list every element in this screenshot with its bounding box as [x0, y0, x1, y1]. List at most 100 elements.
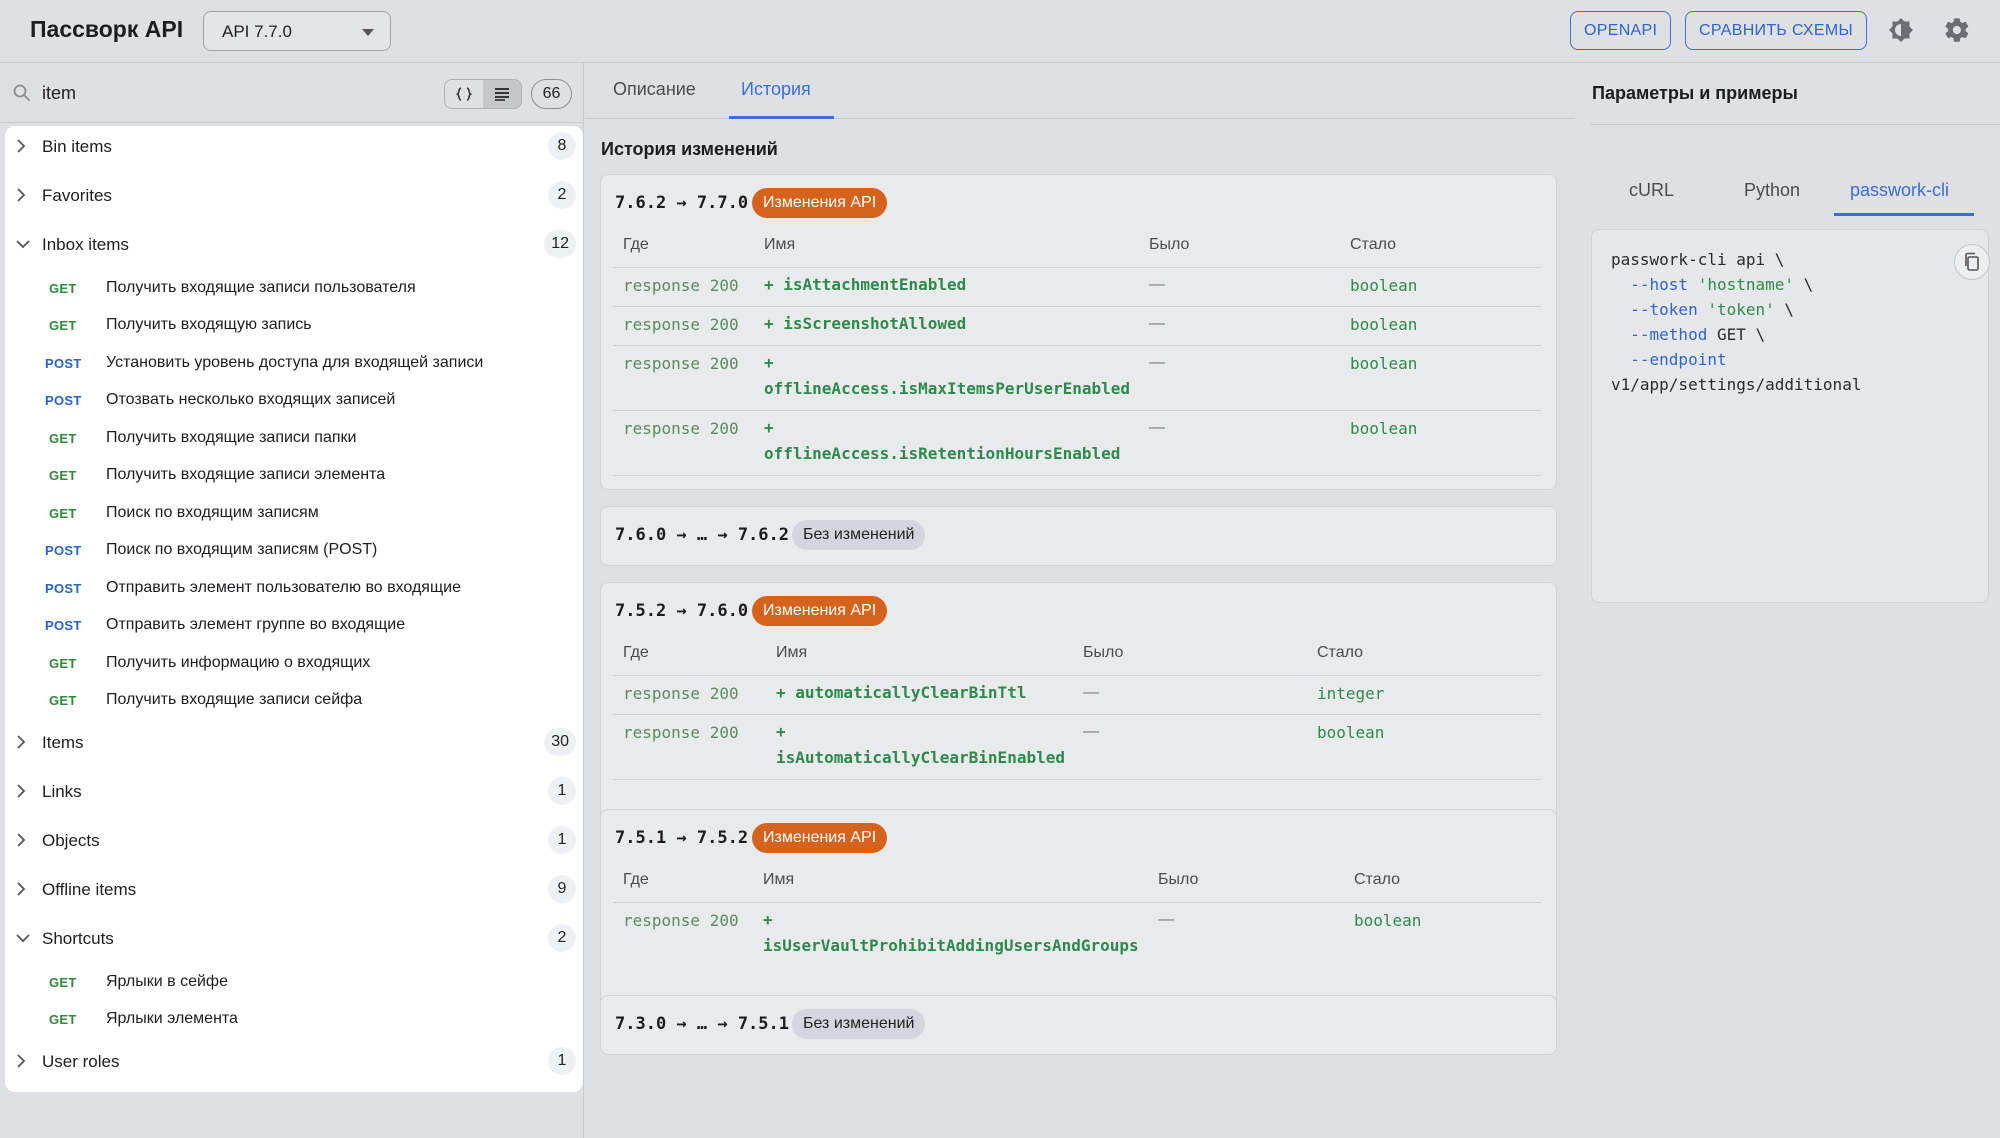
group-count-badge: 2 — [548, 924, 576, 952]
code-line: v1/app/settings/additional — [1611, 375, 1861, 394]
was-cell: — — [1149, 419, 1165, 436]
endpoint-name: Ярлыки в сейфе — [106, 973, 228, 990]
endpoint-tree: Bin items 8 Favorites 2 Inbox items 12 G… — [5, 126, 583, 1092]
group-user-roles[interactable]: User roles 1 — [5, 1041, 583, 1081]
version-range: 7.6.2 → 7.7.0 — [615, 193, 749, 213]
endpoint-item[interactable]: POST Отозвать несколько входящих записей — [5, 383, 583, 417]
code-string: 'hostname' — [1697, 275, 1795, 294]
now-cell: boolean — [1350, 354, 1418, 373]
chevron-right-icon — [16, 833, 26, 850]
tab-history[interactable]: История — [741, 79, 811, 100]
group-count-badge: 12 — [544, 230, 576, 258]
tab-description[interactable]: Описание — [613, 79, 696, 100]
version-select-value: API 7.7.0 — [222, 22, 292, 41]
version-range: 7.5.2 → 7.6.0 — [615, 601, 749, 621]
changes-badge: Изменения API — [752, 823, 888, 853]
name-cell-cont: offlineAccess.isRetentionHoursEnabled — [764, 444, 1121, 463]
row-divider — [613, 714, 1541, 715]
compare-schemas-button[interactable]: СРАВНИТЬ СХЕМЫ — [1685, 11, 1867, 50]
row-divider — [613, 675, 1541, 676]
braces-icon[interactable] — [445, 80, 483, 108]
endpoint-item[interactable]: GET Получить входящие записи сейфа — [5, 683, 583, 717]
was-cell: — — [1149, 276, 1165, 293]
changes-badge: Изменения API — [752, 596, 888, 626]
changes-badge: Изменения API — [752, 188, 888, 218]
now-cell: integer — [1317, 684, 1385, 703]
endpoint-item[interactable]: GET Получить входящую запись — [5, 308, 583, 342]
change-card: 7.6.2 → 7.7.0 Изменения API Где Имя Было… — [600, 174, 1557, 490]
version-select[interactable]: API 7.7.0 — [203, 11, 391, 51]
endpoint-item[interactable]: GET Получить входящие записи пользователя — [5, 271, 583, 305]
was-cell: — — [1149, 315, 1165, 332]
where-cell: response 200 — [623, 723, 739, 742]
row-divider — [613, 475, 1541, 476]
group-count-badge: 8 — [548, 132, 576, 160]
endpoint-count-badge: 66 — [531, 79, 572, 109]
code-text: \ — [1803, 275, 1814, 294]
code-flag: --method — [1630, 325, 1708, 344]
group-count-badge: 30 — [544, 728, 576, 756]
row-divider — [613, 902, 1541, 903]
group-objects[interactable]: Objects 1 — [5, 820, 583, 860]
active-tab-indicator — [1834, 213, 1974, 216]
endpoint-item[interactable]: GET Ярлыки элемента — [5, 1002, 583, 1036]
code-flag: --token — [1630, 300, 1698, 319]
where-cell: response 200 — [623, 276, 739, 295]
endpoint-item[interactable]: POST Отправить элемент пользователю во вх… — [5, 571, 583, 605]
group-offline-items[interactable]: Offline items 9 — [5, 869, 583, 909]
sidebar: 66 Bin items 8 Favorites 2 Inbox items 1… — [0, 63, 584, 1138]
code-text: \ — [1755, 325, 1766, 344]
group-name: Items — [42, 733, 84, 752]
tab-curl[interactable]: cURL — [1629, 180, 1674, 201]
tab-bar: Описание История — [585, 63, 1575, 119]
group-bin-items[interactable]: Bin items 8 — [5, 126, 583, 166]
name-cell: + — [764, 418, 774, 437]
tab-passwork-cli[interactable]: passwork-cli — [1850, 180, 1949, 201]
section-title: История изменений — [601, 139, 778, 159]
where-cell: response 200 — [623, 315, 739, 334]
col-name: Имя — [764, 236, 796, 253]
http-method-label: GET — [49, 506, 77, 521]
group-shortcuts[interactable]: Shortcuts 2 — [5, 918, 583, 958]
group-inbox-items[interactable]: Inbox items 12 — [5, 224, 583, 264]
col-where: Где — [623, 236, 649, 253]
now-cell: boolean — [1350, 315, 1418, 334]
group-links[interactable]: Links 1 — [5, 771, 583, 811]
theme-toggle-icon[interactable] — [1887, 16, 1917, 46]
endpoint-item[interactable]: GET Ярлыки в сейфе — [5, 965, 583, 999]
endpoint-item[interactable]: POST Отправить элемент группе во входящие — [5, 608, 583, 642]
col-now: Стало — [1350, 236, 1397, 253]
endpoint-item[interactable]: GET Поиск по входящим записям — [5, 496, 583, 530]
code-flag: --host — [1630, 275, 1689, 294]
list-icon[interactable] — [483, 80, 521, 108]
endpoint-item[interactable]: GET Получить входящие записи элемента — [5, 458, 583, 492]
version-range: 7.3.0 → … → 7.5.1 — [615, 1014, 789, 1034]
endpoint-item[interactable]: GET Получить информацию о входящих — [5, 646, 583, 680]
endpoint-item[interactable]: GET Получить входящие записи папки — [5, 421, 583, 455]
where-cell: response 200 — [623, 911, 739, 930]
tab-python[interactable]: Python — [1744, 180, 1800, 201]
now-cell: boolean — [1350, 419, 1418, 438]
view-toggle[interactable] — [444, 79, 522, 109]
group-favorites[interactable]: Favorites 2 — [5, 175, 583, 215]
endpoint-name: Отозвать несколько входящих записей — [106, 391, 396, 408]
endpoint-name: Отправить элемент пользователю во входящ… — [106, 579, 461, 596]
search-input[interactable] — [42, 79, 422, 107]
copy-icon[interactable] — [1954, 244, 1990, 280]
main-panel: Описание История История изменений 7.6.2… — [585, 63, 1575, 1138]
name-cell: + — [776, 722, 786, 741]
chevron-right-icon — [16, 882, 26, 899]
col-now: Стало — [1317, 644, 1364, 661]
chevron-right-icon — [16, 188, 26, 205]
endpoint-item[interactable]: POST Установить уровень доступа для входя… — [5, 346, 583, 380]
group-name: Favorites — [42, 186, 112, 205]
gear-icon[interactable] — [1943, 16, 1973, 46]
row-divider — [613, 779, 1541, 780]
group-count-badge: 1 — [548, 1047, 576, 1075]
group-name: Objects — [42, 831, 100, 850]
endpoint-item[interactable]: POST Поиск по входящим записям (POST) — [5, 533, 583, 567]
group-items[interactable]: Items 30 — [5, 722, 583, 762]
openapi-button[interactable]: OPENAPI — [1570, 11, 1672, 50]
group-name: Bin items — [42, 137, 112, 156]
active-tab-indicator — [729, 116, 834, 119]
